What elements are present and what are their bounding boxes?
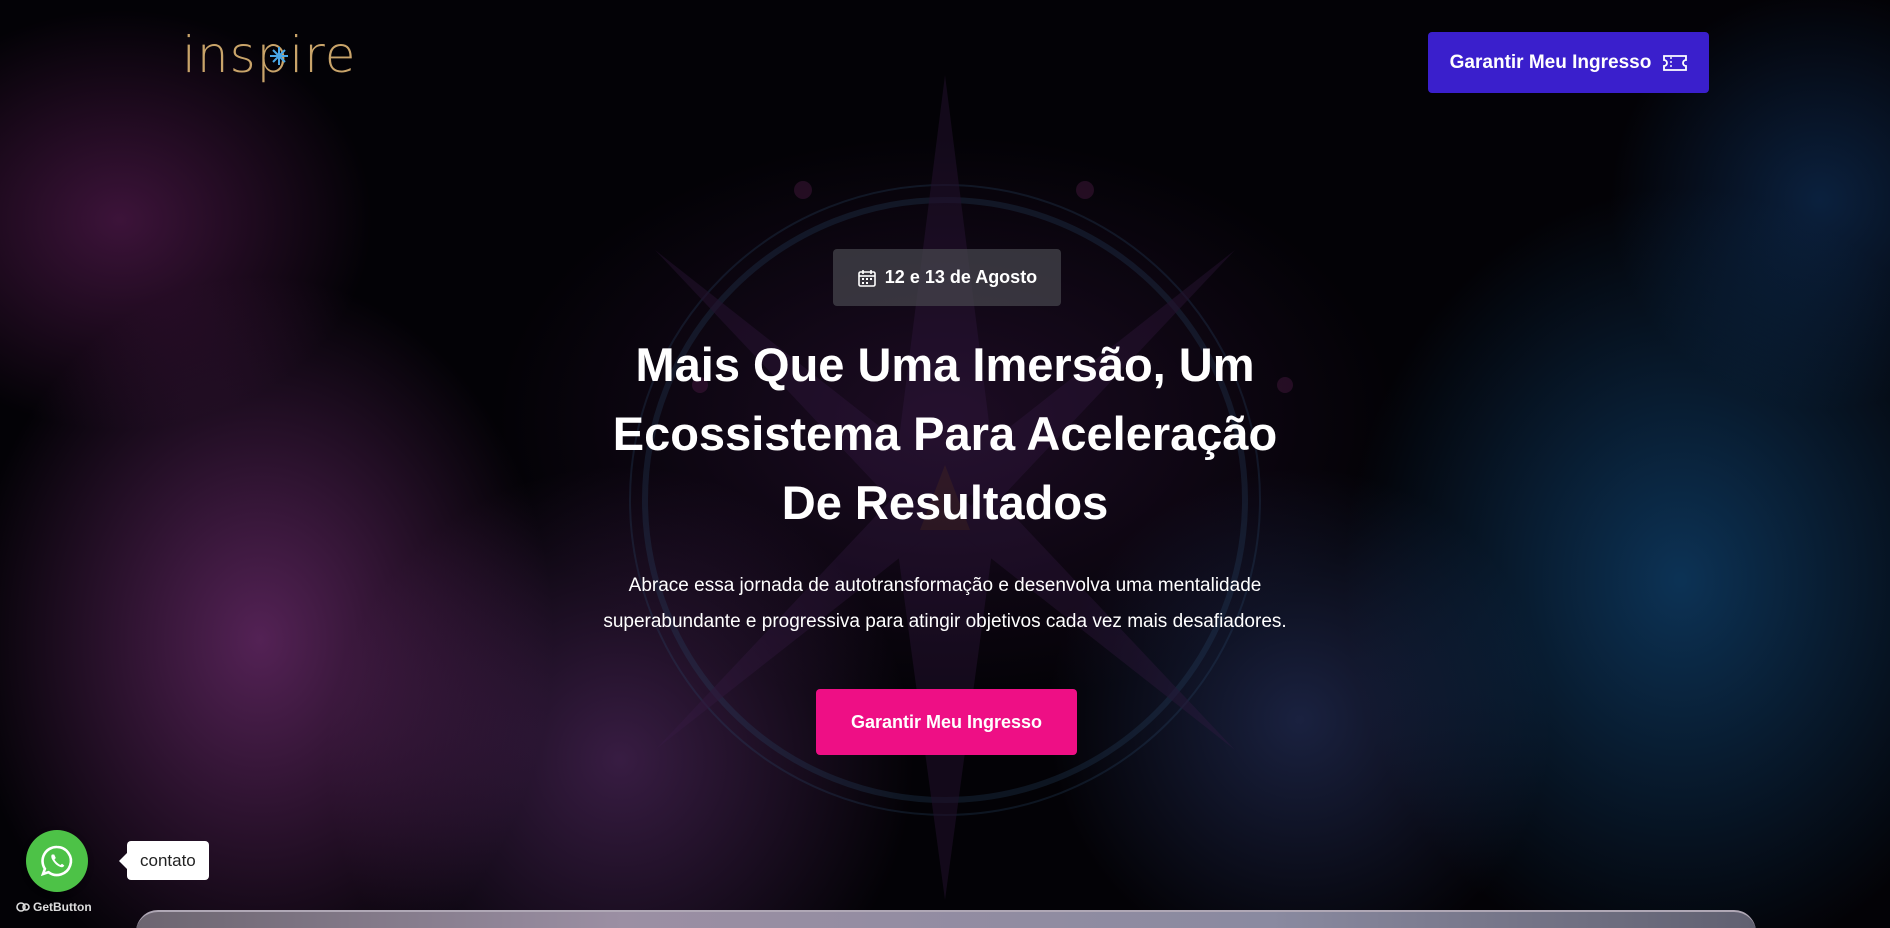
hero-description: Abrace essa jornada de autotransformação… <box>545 568 1345 640</box>
hero-ticket-button[interactable]: Garantir Meu Ingresso <box>816 689 1077 755</box>
hero-cta-label: Garantir Meu Ingresso <box>850 711 1043 732</box>
hero-headline: Mais Que Uma Imersão, Um Ecossistema Par… <box>545 330 1345 537</box>
logo-text: inspire <box>182 28 356 84</box>
contact-tooltip[interactable]: contato <box>119 841 209 880</box>
landing-page: inspire Garantir Meu Ingresso 12 e 13 de… <box>0 0 1890 928</box>
contact-tooltip-label: contato <box>140 850 196 870</box>
logo-wordmark: inspire <box>182 26 356 84</box>
header-cta-label: Garantir Meu Ingresso <box>1449 51 1652 73</box>
getbutton-logo-icon <box>16 902 30 912</box>
whatsapp-chat-button[interactable] <box>26 830 88 892</box>
calendar-icon <box>857 268 877 288</box>
event-date-label: 12 e 13 de Agosto <box>884 267 1038 287</box>
whatsapp-icon <box>40 845 73 877</box>
getbutton-label: GetButton <box>33 900 92 914</box>
description-line-2: superabundante e progressiva para atingi… <box>603 611 1287 632</box>
description-line-1: Abrace essa jornada de autotransformação… <box>628 575 1262 596</box>
ticket-icon <box>1663 54 1688 72</box>
headline-line-2: Ecossistema Para Aceleração <box>612 407 1278 460</box>
inspire-logo[interactable]: inspire <box>182 26 382 90</box>
headline-line-3: De Resultados <box>781 476 1109 529</box>
header-ticket-button[interactable]: Garantir Meu Ingresso <box>1428 32 1709 93</box>
getbutton-credit[interactable]: GetButton <box>16 900 92 914</box>
video-preview-frame[interactable] <box>136 910 1756 928</box>
headline-line-1: Mais Que Uma Imersão, Um <box>635 338 1255 391</box>
event-date-badge: 12 e 13 de Agosto <box>833 249 1061 306</box>
